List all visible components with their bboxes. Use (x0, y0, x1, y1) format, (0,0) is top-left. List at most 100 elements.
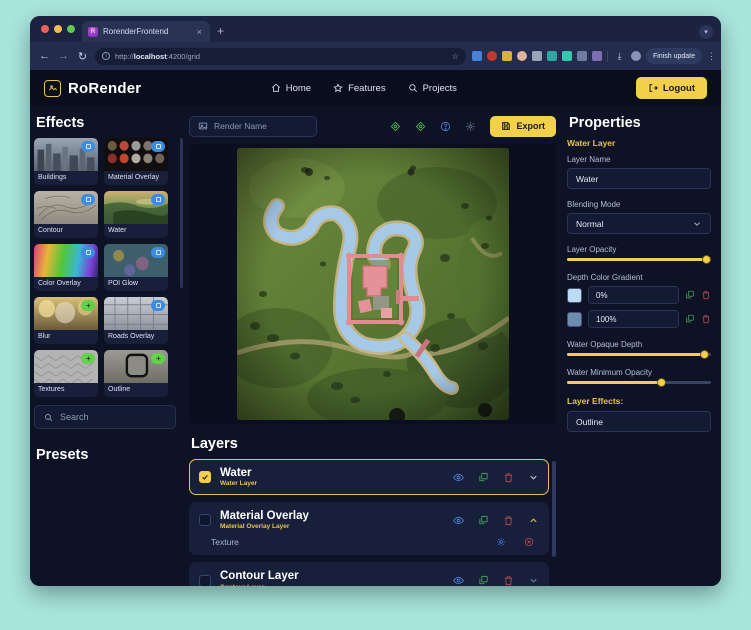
extension-icon-1[interactable] (471, 51, 482, 61)
nav-item-features[interactable]: Features (333, 83, 386, 94)
nav-item-features-label: Features (348, 82, 386, 94)
effect-card-roads-overlay[interactable]: Roads Overlay (104, 297, 168, 344)
help-icon[interactable] (440, 121, 451, 132)
layer-subtitle: Material Overlay Layer (220, 523, 290, 531)
address-bar[interactable]: i http://localhost:4200/grid ☆ (95, 47, 466, 65)
brand-name: RoRender (68, 79, 142, 97)
app-body: Effects Buildings Material Overlay Conto… (30, 106, 721, 586)
chevron-down-icon[interactable] (528, 575, 539, 586)
copy-icon[interactable] (478, 472, 489, 483)
layers-scrollbar[interactable] (552, 461, 556, 557)
chevron-up-icon[interactable] (528, 515, 539, 526)
layer-name-input[interactable]: Water (567, 168, 711, 189)
slider-knob[interactable] (700, 350, 710, 359)
layer-item-contour[interactable]: Contour Layer Contour Layer (189, 562, 549, 586)
settings-icon[interactable] (465, 121, 476, 132)
extension-icon-8[interactable] (576, 51, 587, 61)
brand[interactable]: RoRender (44, 79, 142, 97)
effects-search-input[interactable]: Search (34, 405, 176, 429)
presets-title: Presets (36, 447, 89, 463)
eye-icon[interactable] (453, 575, 464, 586)
render-name-placeholder: Render Name (214, 121, 267, 131)
close-tab-icon[interactable]: × (195, 27, 204, 37)
effect-card-water[interactable]: Water (104, 191, 168, 238)
copy-icon[interactable] (685, 290, 695, 300)
reload-button[interactable]: ↻ (76, 50, 89, 63)
layer-effect-item-outline[interactable]: Outline (567, 411, 711, 432)
extension-icon-4[interactable] (516, 51, 527, 61)
back-button[interactable]: ← (38, 50, 51, 62)
layer-checkbox[interactable] (199, 514, 211, 527)
bookmark-star-icon[interactable]: ☆ (452, 52, 459, 61)
maximize-window-button[interactable] (67, 25, 75, 33)
slider-track (567, 350, 711, 359)
logout-button[interactable]: Logout (635, 77, 707, 99)
effects-title: Effects (36, 115, 85, 131)
trash-icon[interactable] (503, 575, 514, 586)
slider-knob[interactable] (702, 255, 711, 264)
trash-icon[interactable] (503, 472, 514, 483)
layer-item-material-overlay[interactable]: Material Overlay Material Overlay Layer (189, 502, 549, 556)
extension-icon-3[interactable] (501, 51, 512, 61)
remove-circle-icon[interactable] (524, 537, 534, 547)
browser-menu-icon[interactable]: ⋮ (707, 51, 716, 62)
layer-checkbox[interactable] (199, 471, 211, 484)
new-tab-button[interactable]: + (210, 21, 231, 42)
effect-card-material-overlay[interactable]: Material Overlay (104, 138, 168, 185)
nav-item-home-label: Home (285, 82, 312, 94)
forward-button[interactable]: → (57, 50, 70, 62)
minimize-window-button[interactable] (54, 25, 62, 33)
layer-checkbox[interactable] (199, 574, 211, 586)
profile-avatar[interactable] (630, 51, 641, 61)
slider-knob[interactable] (657, 378, 667, 387)
tab-list-chevron-icon[interactable]: ▾ (699, 25, 713, 39)
layer-child-texture[interactable]: Texture (199, 537, 539, 547)
nav-item-home[interactable]: Home (271, 83, 311, 94)
effect-card-blur[interactable]: Blur (34, 297, 98, 344)
copy-icon[interactable] (685, 314, 695, 324)
downloads-icon[interactable]: ⤓ (613, 51, 626, 62)
effect-card-textures[interactable]: Textures (34, 350, 98, 397)
layer-item-water[interactable]: Water Water Layer (189, 459, 549, 496)
effect-badge-layer-icon (81, 247, 95, 258)
effect-card-buildings[interactable]: Buildings (34, 138, 98, 185)
copy-icon[interactable] (478, 515, 489, 526)
render-canvas[interactable] (189, 144, 556, 424)
import-icon[interactable] (390, 121, 401, 132)
refresh-icon[interactable] (415, 121, 426, 132)
export-button[interactable]: Export (490, 115, 556, 137)
finish-update-button[interactable]: Finish update (645, 48, 702, 64)
browser-tab[interactable]: R RorenderFrontend × (82, 21, 210, 42)
blending-mode-select[interactable]: Normal (567, 213, 711, 234)
trash-icon[interactable] (503, 515, 514, 526)
gradient-percent-input[interactable]: 100% (588, 310, 679, 328)
effects-scrollbar[interactable] (180, 138, 183, 288)
render-name-input[interactable]: Render Name (189, 115, 317, 137)
effect-card-poi-glow[interactable]: POI Glow (104, 244, 168, 291)
gradient-color-swatch[interactable] (567, 311, 582, 327)
extension-icon-5[interactable] (531, 51, 542, 61)
extension-icon-2[interactable] (486, 51, 497, 61)
nav-item-projects[interactable]: Projects (408, 83, 457, 94)
trash-icon[interactable] (701, 314, 711, 324)
extension-icon-7[interactable] (561, 51, 572, 61)
window-controls[interactable] (38, 16, 82, 42)
copy-icon[interactable] (478, 575, 489, 586)
gradient-color-swatch[interactable] (567, 287, 582, 303)
water-minimum-opacity-slider[interactable] (567, 378, 711, 387)
extension-icon-9[interactable] (591, 51, 602, 61)
eye-icon[interactable] (453, 472, 464, 483)
gradient-percent-input[interactable]: 0% (588, 286, 679, 304)
site-info-icon[interactable]: i (102, 52, 110, 60)
water-opaque-depth-slider[interactable] (567, 350, 711, 359)
close-window-button[interactable] (41, 25, 49, 33)
effect-card-contour[interactable]: Contour (34, 191, 98, 238)
extension-icon-6[interactable] (546, 51, 557, 61)
trash-icon[interactable] (701, 290, 711, 300)
effect-card-color-overlay[interactable]: Color Overlay (34, 244, 98, 291)
layer-opacity-slider[interactable] (567, 255, 711, 264)
eye-icon[interactable] (453, 515, 464, 526)
chevron-down-icon[interactable] (528, 472, 539, 483)
effect-card-outline[interactable]: Outline (104, 350, 168, 397)
gear-icon[interactable] (496, 537, 506, 547)
